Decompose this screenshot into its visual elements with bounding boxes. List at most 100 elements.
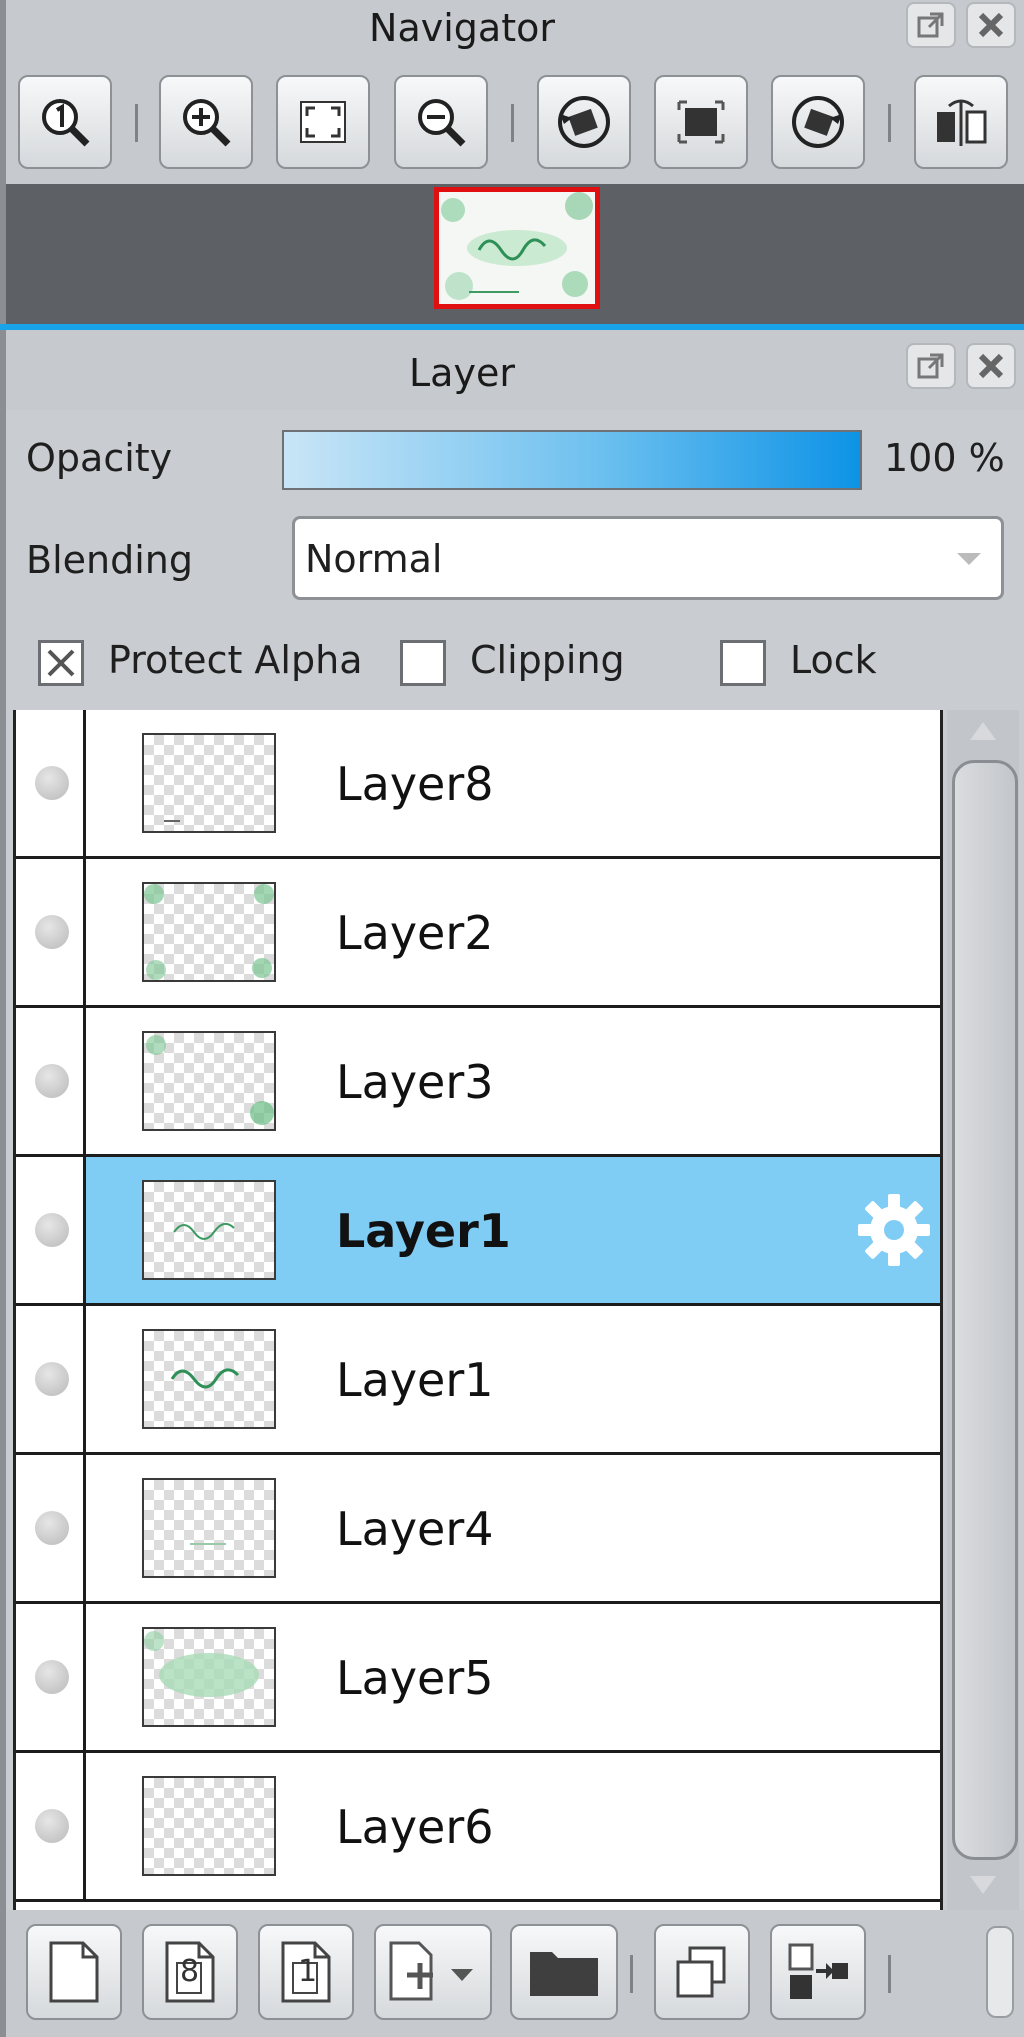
layer-row[interactable]: Layer1 xyxy=(16,1306,940,1455)
layer-thumbnail-image xyxy=(144,884,274,980)
layer-row[interactable]: Layer2 xyxy=(16,859,940,1008)
layer-thumbnail xyxy=(142,1180,276,1280)
layer-name: Layer4 xyxy=(336,1502,494,1556)
toolbar-separator xyxy=(888,104,891,142)
clipping-label: Clipping xyxy=(470,638,625,682)
protect-alpha-checkbox[interactable] xyxy=(38,640,84,686)
close-icon xyxy=(978,12,1004,38)
reset-rotation-icon xyxy=(677,100,725,144)
layer-thumbnail-image xyxy=(146,1035,274,1125)
visibility-dot-icon xyxy=(35,1064,69,1098)
flip-horizontal-icon xyxy=(937,99,987,146)
layer-name: Layer6 xyxy=(336,1800,494,1854)
add-layer-dropdown-button[interactable] xyxy=(374,1924,492,2020)
layer-name: Layer5 xyxy=(336,1651,494,1705)
new-layer-icon xyxy=(49,1941,99,2003)
fit-to-window-button[interactable] xyxy=(276,75,370,169)
detach-icon xyxy=(917,353,944,379)
reset-rotation-button[interactable] xyxy=(654,75,748,169)
blending-label: Blending xyxy=(26,538,193,582)
layer-list: Layer8 Layer2 Layer3 Layer1 Layer1 Layer… xyxy=(13,710,943,1910)
bit-depth-label: 8 xyxy=(180,1954,200,1989)
opacity-value: 100 % xyxy=(884,436,1005,480)
layer-thumbnail xyxy=(142,1627,276,1727)
merge-down-icon xyxy=(788,1943,848,1999)
toolbar-separator xyxy=(888,1955,891,1993)
layer-row[interactable]: Layer3 xyxy=(16,1008,940,1157)
protect-alpha-label: Protect Alpha xyxy=(108,638,363,682)
rotate-left-button[interactable] xyxy=(537,75,631,169)
layer-row-selected[interactable]: Layer1 xyxy=(16,1157,940,1306)
toolbar-overflow-handle[interactable] xyxy=(986,1926,1014,2018)
scrollbar-thumb[interactable] xyxy=(952,760,1018,1860)
layer-row[interactable]: Layer6 xyxy=(16,1753,940,1902)
layer-name: Layer3 xyxy=(336,1055,494,1109)
layer-visibility-toggle[interactable] xyxy=(16,1753,86,1899)
new-folder-button[interactable] xyxy=(510,1924,618,2020)
blending-select[interactable]: Normal xyxy=(292,516,1004,600)
lock-checkbox[interactable] xyxy=(720,640,766,686)
blending-value: Normal xyxy=(305,537,443,581)
new-layer-button[interactable] xyxy=(26,1924,122,2020)
new-1bit-layer-button[interactable]: 1 xyxy=(258,1924,354,2020)
new-8bit-layer-button[interactable]: 8 xyxy=(142,1924,238,2020)
scroll-down-arrow-icon[interactable] xyxy=(968,1874,998,1898)
layer-thumbnail xyxy=(142,1478,276,1578)
clipping-checkbox[interactable] xyxy=(400,640,446,686)
visibility-dot-icon xyxy=(35,1213,69,1247)
layer-thumbnail xyxy=(142,1329,276,1429)
layer-thumbnail xyxy=(142,882,276,982)
layer-thumbnail xyxy=(142,1031,276,1131)
layer-name: Layer1 xyxy=(336,1204,511,1258)
layer-panel-title: Layer xyxy=(409,351,515,395)
layer-thumbnail-image xyxy=(170,1368,240,1389)
layer-visibility-toggle[interactable] xyxy=(16,1157,86,1303)
layer-thumbnail-image xyxy=(144,1631,259,1697)
bit-depth-label: 1 xyxy=(298,1954,318,1989)
zoom-in-button[interactable] xyxy=(159,75,253,169)
rotate-right-button[interactable] xyxy=(771,75,865,169)
canvas-preview-thumbnail[interactable] xyxy=(434,187,600,309)
rotate-left-icon xyxy=(558,96,610,148)
folder-icon xyxy=(530,1952,598,1996)
layer-close-button[interactable] xyxy=(966,343,1016,389)
layer-name: Layer1 xyxy=(336,1353,494,1407)
layer-detach-button[interactable] xyxy=(906,343,956,389)
opacity-label: Opacity xyxy=(26,436,173,480)
chevron-down-icon xyxy=(957,553,981,565)
layer-visibility-toggle[interactable] xyxy=(16,1306,86,1452)
layer-thumbnail xyxy=(142,733,276,833)
toolbar-separator xyxy=(511,104,514,142)
layer-row[interactable]: Layer5 xyxy=(16,1604,940,1753)
layer-thumbnail xyxy=(142,1776,276,1876)
layer-row[interactable]: Layer4 xyxy=(16,1455,940,1604)
toolbar-separator xyxy=(135,104,138,142)
fit-to-window-icon xyxy=(300,101,346,143)
layer-thumbnail-image xyxy=(164,820,180,822)
zoom-actual-size-button[interactable] xyxy=(18,75,112,169)
layer-visibility-toggle[interactable] xyxy=(16,1008,86,1154)
duplicate-layer-button[interactable] xyxy=(654,1924,750,2020)
merge-down-button[interactable] xyxy=(770,1924,866,2020)
zoom-out-button[interactable] xyxy=(394,75,488,169)
zoom-out-icon xyxy=(418,99,466,147)
visibility-dot-icon xyxy=(35,766,69,800)
opacity-slider[interactable] xyxy=(282,430,862,490)
layer-visibility-toggle[interactable] xyxy=(16,859,86,1005)
checkmark-x-icon xyxy=(47,649,75,677)
scroll-up-arrow-icon[interactable] xyxy=(968,718,998,742)
layer-visibility-toggle[interactable] xyxy=(16,710,86,856)
layer-row[interactable]: Layer8 xyxy=(16,710,940,859)
navigator-close-button[interactable] xyxy=(966,2,1016,48)
add-layer-dropdown-icon xyxy=(389,1941,473,2001)
detach-icon xyxy=(917,12,944,38)
layer-visibility-toggle[interactable] xyxy=(16,1604,86,1750)
flip-horizontal-button[interactable] xyxy=(914,75,1008,169)
visibility-dot-icon xyxy=(35,1362,69,1396)
visibility-dot-icon xyxy=(35,1809,69,1843)
zoom-actual-size-icon xyxy=(42,99,90,147)
layer-name: Layer2 xyxy=(336,906,494,960)
layer-visibility-toggle[interactable] xyxy=(16,1455,86,1601)
navigator-detach-button[interactable] xyxy=(906,2,956,48)
gear-icon[interactable] xyxy=(856,1192,932,1268)
